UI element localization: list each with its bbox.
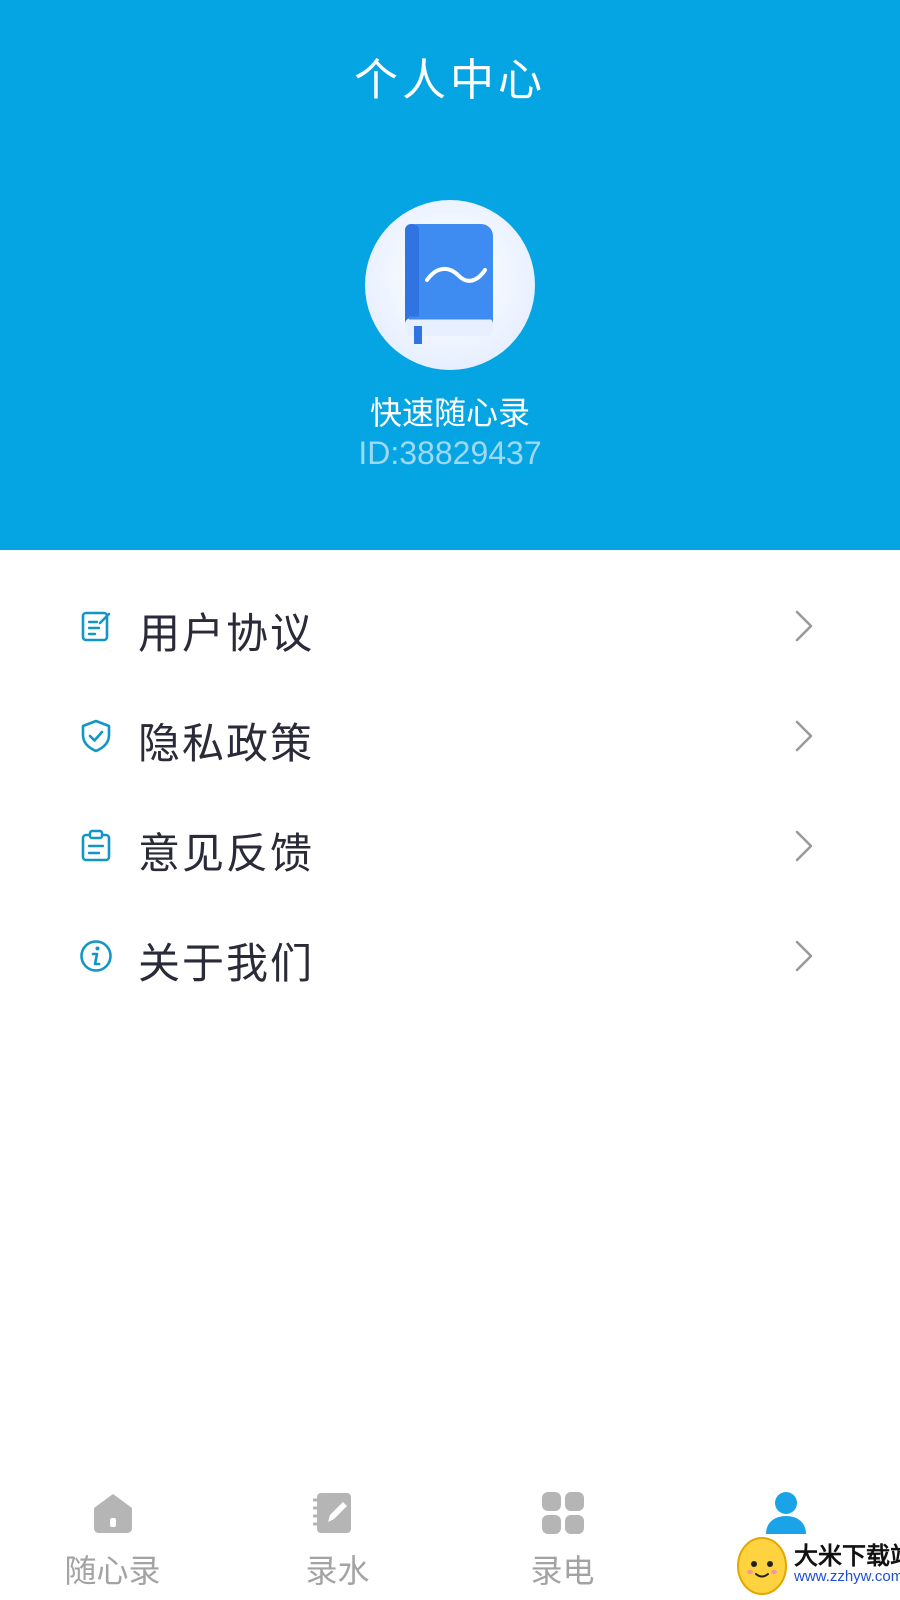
user-id: ID:38829437 <box>358 435 542 471</box>
watermark-url: www.zzhyw.com <box>794 1568 900 1585</box>
notebook-pen-icon <box>313 1493 351 1533</box>
menu-item-feedback[interactable]: 意见反馈 <box>0 790 900 900</box>
settings-menu: 用户协议 隐私政策 意见反馈 关于我们 <box>0 570 900 1010</box>
tab-water[interactable]: 录水 <box>225 1480 450 1600</box>
watermark-title: 大米下载站 <box>794 1542 900 1570</box>
tab-label: 录水 <box>305 1552 370 1590</box>
menu-item-privacy-policy[interactable]: 隐私政策 <box>0 680 900 790</box>
profile-page: 个人中心 快速随心录 ID:38829437 用户协议 隐私政策 意见反馈 关于… <box>0 0 900 1600</box>
home-icon <box>94 1494 132 1533</box>
shield-check-icon <box>81 719 111 753</box>
grid-icon <box>542 1492 584 1534</box>
chevron-right-icon <box>795 830 813 862</box>
menu-item-label: 用户协议 <box>138 609 315 658</box>
avatar[interactable] <box>365 200 535 370</box>
chevron-right-icon <box>795 720 813 752</box>
book-icon <box>405 224 493 344</box>
menu-item-user-agreement[interactable]: 用户协议 <box>0 570 900 680</box>
app-name: 快速随心录 <box>369 394 530 432</box>
menu-item-label: 隐私政策 <box>138 719 315 768</box>
tab-electric[interactable]: 录电 <box>450 1480 675 1600</box>
menu-item-label: 关于我们 <box>138 939 315 988</box>
chevron-right-icon <box>795 940 813 972</box>
info-icon <box>80 940 112 972</box>
tab-suixinlu[interactable]: 随心录 <box>0 1480 225 1600</box>
profile-header: 个人中心 快速随心录 ID:38829437 <box>0 0 900 550</box>
menu-item-label: 意见反馈 <box>138 829 315 878</box>
page-title: 个人中心 <box>354 55 546 106</box>
watermark: 大米下载站 www.zzhyw.com <box>730 1530 900 1600</box>
clipboard-icon <box>81 829 111 862</box>
edit-document-icon <box>81 611 111 642</box>
menu-item-about-us[interactable]: 关于我们 <box>0 900 900 1010</box>
tab-label: 随心录 <box>64 1552 161 1590</box>
mascot-logo-icon <box>737 1537 787 1595</box>
tab-label: 录电 <box>530 1552 595 1590</box>
chevron-right-icon <box>795 610 813 642</box>
